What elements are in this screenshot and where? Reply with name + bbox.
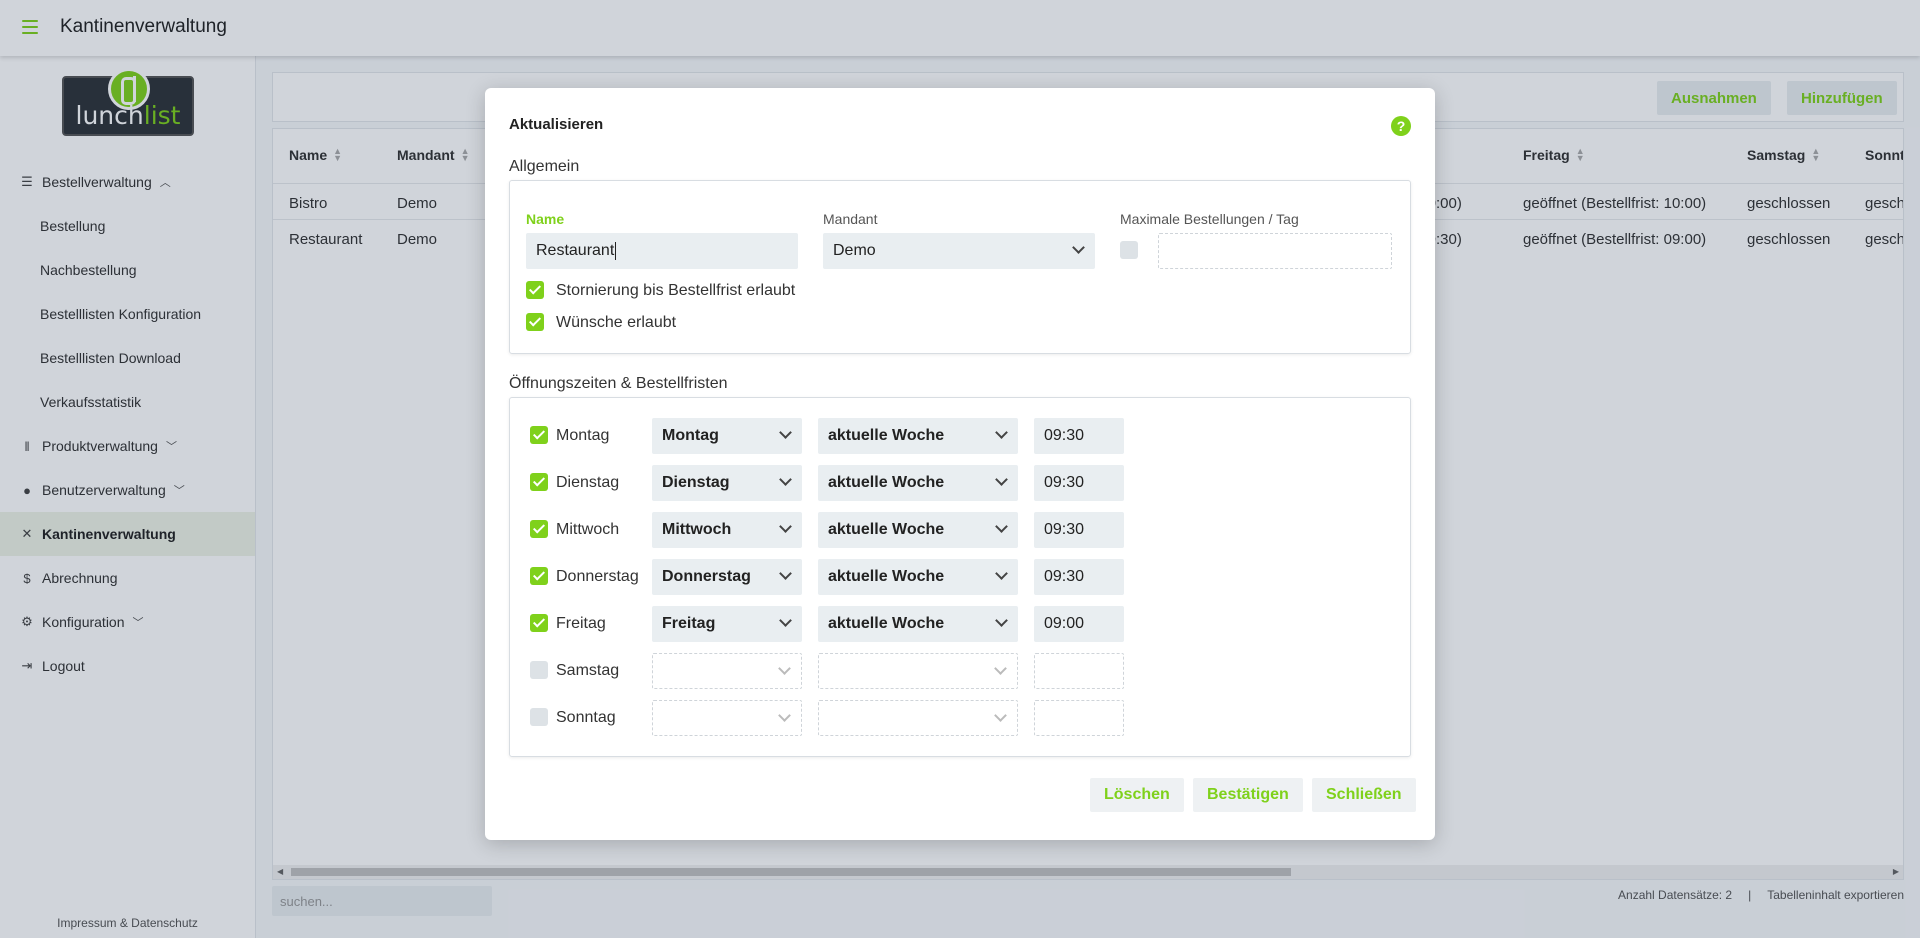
help-icon[interactable]: ?	[1391, 116, 1411, 136]
deadline-week-select[interactable]: aktuelle Woche	[818, 559, 1018, 595]
deadline-day-select[interactable]: Donnerstag	[652, 559, 802, 595]
chevron-down-icon	[779, 473, 792, 486]
day-checkbox-dienstag[interactable]	[530, 473, 548, 491]
mandant-select[interactable]: Demo	[823, 233, 1095, 269]
deadline-day-select[interactable]	[652, 653, 802, 689]
loeschen-button[interactable]: Löschen	[1090, 778, 1184, 812]
day-label: Samstag	[556, 662, 620, 679]
deadline-day-select[interactable]: Dienstag	[652, 465, 802, 501]
chevron-down-icon	[995, 473, 1008, 486]
day-label: Sonntag	[556, 709, 616, 726]
storno-label: Stornierung bis Bestellfrist erlaubt	[556, 282, 796, 299]
chevron-down-icon	[995, 614, 1008, 627]
chevron-down-icon	[779, 614, 792, 627]
general-settings-box: Name Restaurant Mandant Demo Maximale Be…	[509, 180, 1411, 354]
day-checkbox-montag[interactable]	[530, 426, 548, 444]
deadline-time-input[interactable]: 09:30	[1034, 512, 1124, 548]
deadline-time-input[interactable]	[1034, 653, 1124, 689]
dialog-title: Aktualisieren	[509, 116, 604, 133]
day-label: Mittwoch	[556, 521, 620, 538]
day-checkbox-freitag[interactable]	[530, 614, 548, 632]
deadline-time-input[interactable]: 09:00	[1034, 606, 1124, 642]
name-field[interactable]: Restaurant	[526, 233, 798, 269]
deadline-week-select[interactable]	[818, 653, 1018, 689]
wuensche-checkbox[interactable]	[526, 313, 544, 331]
deadline-week-select[interactable]: aktuelle Woche	[818, 418, 1018, 454]
day-checkbox-sonntag[interactable]	[530, 708, 548, 726]
day-label: Freitag	[556, 615, 606, 632]
wuensche-label: Wünsche erlaubt	[556, 314, 677, 331]
deadline-day-select[interactable]: Montag	[652, 418, 802, 454]
chevron-down-icon	[995, 520, 1008, 533]
deadline-week-select[interactable]: aktuelle Woche	[818, 512, 1018, 548]
deadline-time-input[interactable]: 09:30	[1034, 559, 1124, 595]
day-checkbox-mittwoch[interactable]	[530, 520, 548, 538]
day-label: Dienstag	[556, 474, 620, 491]
chevron-down-icon	[1072, 241, 1085, 254]
chevron-down-icon	[994, 709, 1007, 722]
chevron-down-icon	[995, 567, 1008, 580]
chevron-down-icon	[778, 662, 791, 675]
deadline-day-select[interactable]: Mittwoch	[652, 512, 802, 548]
chevron-down-icon	[779, 520, 792, 533]
day-label: Montag	[556, 427, 610, 444]
deadline-day-select[interactable]: Freitag	[652, 606, 802, 642]
deadline-day-select[interactable]	[652, 700, 802, 736]
deadline-week-select[interactable]: aktuelle Woche	[818, 606, 1018, 642]
day-label: Donnerstag	[556, 568, 639, 585]
chevron-down-icon	[778, 709, 791, 722]
day-checkbox-donnerstag[interactable]	[530, 567, 548, 585]
update-dialog: Aktualisieren ? Allgemein Name Restauran…	[485, 88, 1435, 840]
deadline-time-input[interactable]: 09:30	[1034, 465, 1124, 501]
bestaetigen-button[interactable]: Bestätigen	[1193, 778, 1303, 812]
name-field-label: Name	[526, 211, 565, 227]
deadline-time-input[interactable]	[1034, 700, 1124, 736]
deadline-week-select[interactable]	[818, 700, 1018, 736]
chevron-down-icon	[779, 567, 792, 580]
storno-checkbox[interactable]	[526, 281, 544, 299]
schliessen-button[interactable]: Schließen	[1312, 778, 1416, 812]
chevron-down-icon	[779, 426, 792, 439]
mandant-field-label: Mandant	[823, 211, 878, 227]
max-orders-input[interactable]	[1158, 233, 1392, 269]
opening-hours-box: Montag Montag aktuelle Woche 09:30 Diens…	[509, 397, 1411, 757]
section-oeffnungszeiten: Öffnungszeiten & Bestellfristen	[509, 375, 728, 392]
deadline-week-select[interactable]: aktuelle Woche	[818, 465, 1018, 501]
section-allgemein: Allgemein	[509, 158, 580, 175]
chevron-down-icon	[995, 426, 1008, 439]
max-orders-label: Maximale Bestellungen / Tag	[1120, 211, 1299, 227]
max-orders-checkbox[interactable]	[1120, 241, 1138, 259]
chevron-down-icon	[994, 662, 1007, 675]
deadline-time-input[interactable]: 09:30	[1034, 418, 1124, 454]
day-checkbox-samstag[interactable]	[530, 661, 548, 679]
